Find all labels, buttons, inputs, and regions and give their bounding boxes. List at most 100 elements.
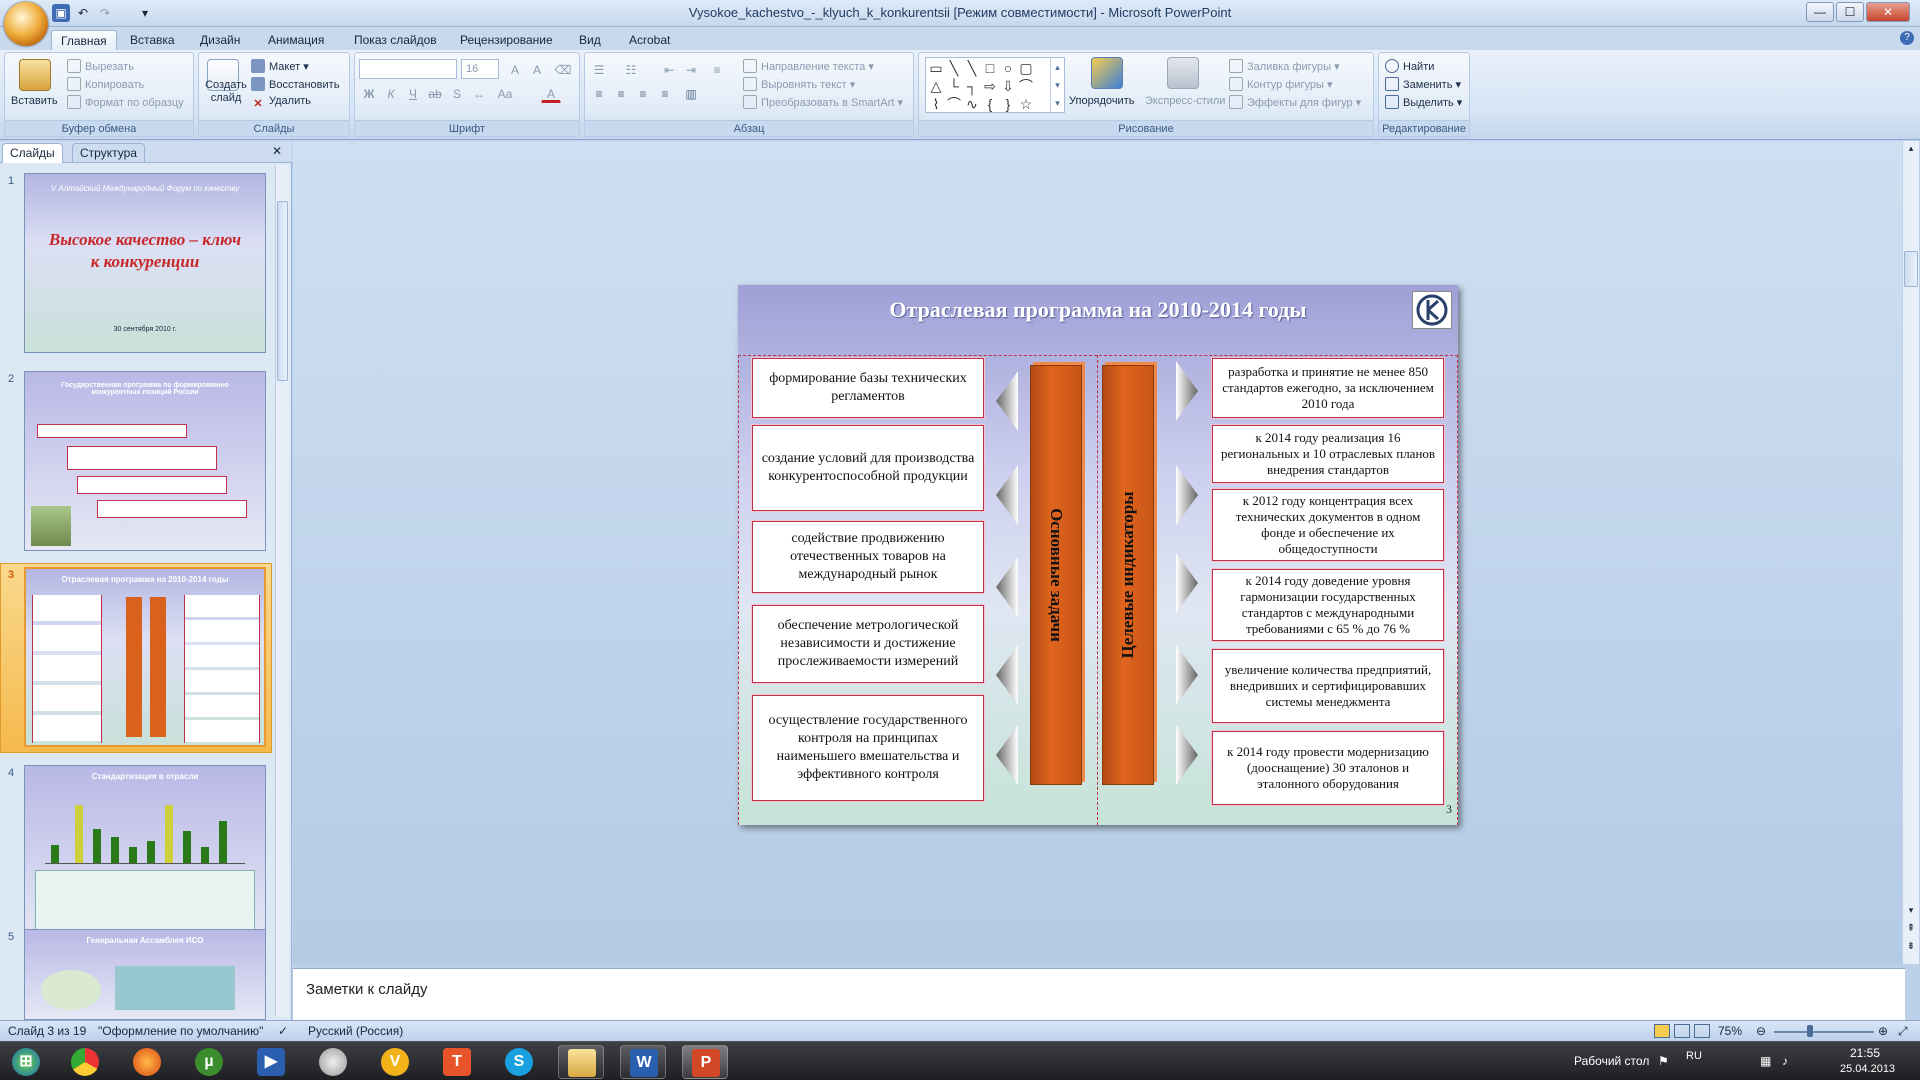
clock-time[interactable]: 21:55 (1850, 1046, 1880, 1060)
font-size-combo[interactable]: 16 (461, 59, 499, 79)
align-center-button[interactable]: ≡ (611, 83, 631, 103)
line-spacing-button[interactable]: ≡ (707, 59, 727, 79)
scroll-thumb[interactable] (1904, 251, 1918, 287)
tab-home[interactable]: Главная (51, 30, 117, 50)
indicator-box[interactable]: к 2012 году концентрация всех технически… (1212, 489, 1444, 561)
scroll-up-icon[interactable]: ▴ (1904, 143, 1918, 157)
wave-shape-icon[interactable]: ∿ (964, 96, 980, 112)
increase-indent-button[interactable]: ⇥ (681, 59, 701, 79)
zoom-in-icon[interactable]: ⊕ (1878, 1021, 1888, 1041)
zoom-slider[interactable] (1774, 1031, 1874, 1033)
taskbar-skype[interactable]: S (496, 1045, 542, 1079)
slide-canvas[interactable]: Отраслевая программа на 2010-2014 годы ф… (738, 285, 1458, 825)
quick-styles-button[interactable]: Экспресс-стили (1145, 95, 1225, 107)
normal-view-icon[interactable] (1654, 1024, 1670, 1038)
rectangle-shape-icon[interactable]: □ (982, 60, 998, 76)
tab-design[interactable]: Дизайн (191, 30, 249, 50)
line-shape-icon[interactable]: ╲ (946, 60, 962, 76)
tab-acrobat[interactable]: Acrobat (620, 30, 679, 50)
columns-button[interactable]: ▥ (681, 83, 701, 103)
task-box[interactable]: содействие продвижению отечественных тов… (752, 521, 984, 593)
arrange-button[interactable]: Упорядочить (1069, 95, 1134, 107)
font-name-combo[interactable] (359, 59, 457, 79)
shape-effects-button[interactable]: Эффекты для фигур ▾ (1229, 95, 1361, 109)
underline-button[interactable]: Ч (403, 83, 423, 103)
taskbar-powerpoint[interactable]: P (682, 1045, 728, 1079)
main-tasks-bar[interactable]: Основные задачи (1030, 365, 1082, 785)
clear-format-button[interactable]: ⌫ (553, 59, 573, 79)
shrink-font-button[interactable]: A (527, 59, 547, 79)
tab-animation[interactable]: Анимация (259, 30, 333, 50)
tab-view[interactable]: Вид (570, 30, 610, 50)
strike-button[interactable]: ab (425, 83, 445, 103)
format-painter-button[interactable]: Формат по образцу (67, 95, 184, 109)
slide-thumbnail-5[interactable]: Генеральная Ассамблея ИСО (24, 929, 266, 1020)
indicator-box[interactable]: к 2014 году провести модернизацию (доосн… (1212, 731, 1444, 805)
zoom-level[interactable]: 75% (1718, 1021, 1742, 1041)
slide-thumbnail-4[interactable]: Стандартизация в отрасли (24, 765, 266, 945)
input-language[interactable]: RU (1686, 1050, 1702, 1062)
clock-date[interactable]: 25.04.2013 (1840, 1063, 1895, 1075)
slide-sorter-icon[interactable] (1674, 1024, 1690, 1038)
flag-icon[interactable]: ⚑ (1658, 1054, 1669, 1068)
office-button[interactable] (4, 2, 48, 46)
align-left-button[interactable]: ≡ (589, 83, 609, 103)
taskbar-chrome[interactable] (62, 1045, 108, 1079)
target-indicators-bar[interactable]: Целевые индикаторы (1102, 365, 1154, 785)
taskbar-media-player[interactable]: ▶ (248, 1045, 294, 1079)
slide-title[interactable]: Отраслевая программа на 2010-2014 годы (738, 297, 1458, 323)
connector-shape-icon[interactable]: ┐ (964, 78, 980, 94)
close-pane-icon[interactable]: ✕ (272, 144, 282, 158)
slide-thumbnail-1[interactable]: V Алтайский Международный Форум по качес… (24, 173, 266, 353)
scroll-thumb[interactable] (277, 201, 288, 381)
notes-pane[interactable]: Заметки к слайду (293, 968, 1905, 1020)
task-box[interactable]: формирование базы технических регламенто… (752, 358, 984, 418)
shadow-button[interactable]: S (447, 83, 467, 103)
tab-outline[interactable]: Структура (72, 143, 145, 163)
curve-shape-icon[interactable]: ⌒ (1018, 78, 1034, 94)
smartart-button[interactable]: Преобразовать в SmartArt ▾ (743, 95, 903, 109)
case-button[interactable]: Aa (495, 83, 515, 103)
reset-button[interactable]: Восстановить (251, 77, 339, 91)
down-arrow-shape-icon[interactable]: ⇩ (1000, 78, 1016, 94)
slide-thumbnail-3[interactable]: Отраслевая программа на 2010-2014 годы (24, 567, 266, 747)
align-right-button[interactable]: ≡ (633, 83, 653, 103)
start-button[interactable]: ⊞ (2, 1045, 52, 1079)
new-slide-button[interactable]: Создать слайд (203, 79, 249, 105)
network-icon[interactable]: ▦ (1760, 1054, 1771, 1068)
brace-left-shape-icon[interactable]: { (982, 96, 998, 112)
shape-outline-button[interactable]: Контур фигуры ▾ (1229, 77, 1333, 91)
grow-font-button[interactable]: A (505, 59, 525, 79)
fit-to-window-icon[interactable]: ⤢ (1898, 1021, 1908, 1041)
replace-button[interactable]: Заменить ▾ (1385, 77, 1461, 91)
next-slide-icon[interactable]: ⇟ (1904, 941, 1918, 955)
brace-right-shape-icon[interactable]: } (1000, 96, 1016, 112)
right-arrow-shape-icon[interactable]: ⇨ (982, 78, 998, 94)
freeform-shape-icon[interactable]: ⌇ (928, 96, 944, 112)
layout-button[interactable]: Макет ▾ (251, 59, 309, 73)
indicator-box[interactable]: увеличение количества предприятий, внедр… (1212, 649, 1444, 723)
delete-slide-button[interactable]: ✕ Удалить (251, 95, 311, 111)
taskbar-t-app[interactable]: T (434, 1045, 480, 1079)
minimize-button[interactable]: — (1806, 2, 1834, 22)
task-box[interactable]: обеспечение метрологической независимост… (752, 605, 984, 683)
help-icon[interactable]: ? (1900, 31, 1914, 45)
shapes-gallery-scroll[interactable]: ▴ ▾ ▾ (1050, 58, 1064, 112)
numbering-button[interactable]: ☷ (621, 59, 641, 79)
zoom-out-icon[interactable]: ⊖ (1756, 1021, 1766, 1041)
notes-placeholder[interactable]: Заметки к слайду (306, 981, 428, 998)
find-button[interactable]: Найти (1385, 59, 1434, 73)
editor-scrollbar[interactable]: ▴ ▾ ⇞ ⇟ (1902, 141, 1919, 964)
bold-button[interactable]: Ж (359, 83, 379, 103)
taskbar-explorer[interactable] (558, 1045, 604, 1079)
maximize-button[interactable]: ☐ (1836, 2, 1864, 22)
paste-button[interactable]: Вставить (11, 95, 58, 107)
textbox-shape-icon[interactable]: ▭ (928, 60, 944, 76)
rounded-rect-shape-icon[interactable]: ▢ (1018, 60, 1034, 76)
previous-slide-icon[interactable]: ⇞ (1904, 923, 1918, 937)
desktop-toolbar[interactable]: Рабочий стол (1574, 1054, 1649, 1068)
shape-fill-button[interactable]: Заливка фигуры ▾ (1229, 59, 1340, 73)
slide-thumbnail-2[interactable]: Государственная программа по формировани… (24, 371, 266, 551)
theme-name[interactable]: "Оформление по умолчанию" (98, 1021, 263, 1041)
decrease-indent-button[interactable]: ⇤ (659, 59, 679, 79)
